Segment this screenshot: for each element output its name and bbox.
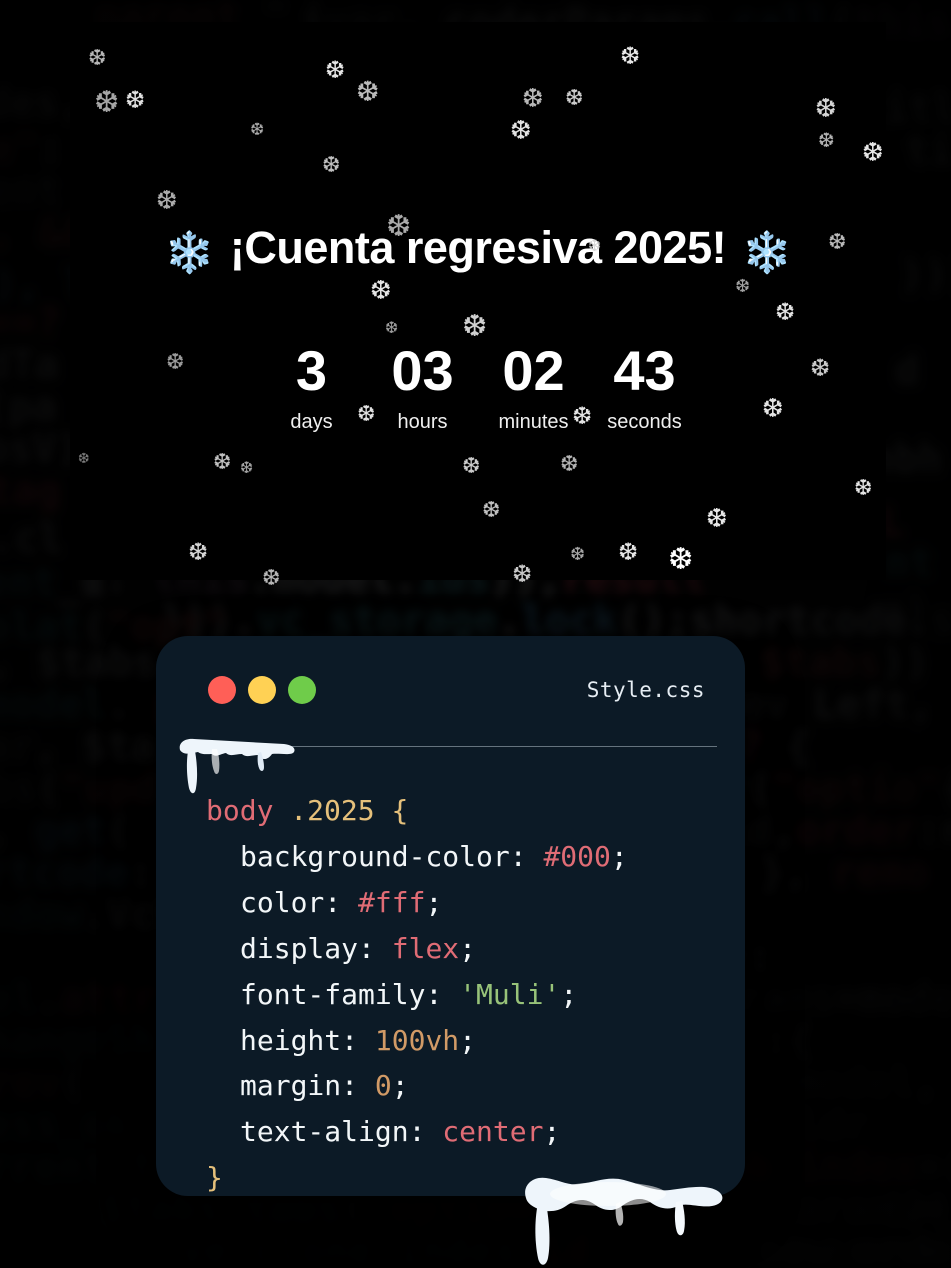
- code-token: flex: [391, 931, 460, 965]
- code-token: font-family: [240, 977, 426, 1011]
- background-code-line: -order-model,: [280, 1258, 593, 1268]
- window-close-button[interactable]: [208, 676, 236, 704]
- background-code-line: .cl: [0, 516, 63, 562]
- background-code-line: hangeSh: [0, 1018, 155, 1064]
- code-card: Style.css body .2025 {background-color: …: [156, 636, 745, 1265]
- code-token: center: [442, 1115, 544, 1149]
- code-token: ;: [543, 1115, 561, 1149]
- background-code-line: d: [895, 348, 920, 394]
- countdown-value-hours: 03: [391, 339, 454, 402]
- countdown-unit-seconds: 43 seconds: [589, 339, 700, 434]
- background-code-line: tag: [0, 468, 61, 514]
- code-token: height: [240, 1023, 342, 1057]
- code-token: margin: [240, 1069, 342, 1103]
- code-token: 0: [374, 1069, 392, 1103]
- code-line: margin: 0;: [206, 1063, 745, 1109]
- code-token: ;: [459, 931, 477, 965]
- countdown-label-days: days: [290, 410, 333, 433]
- background-code-line: _model,: [770, 1060, 939, 1106]
- background-code-line: bs("upd": [0, 766, 181, 812]
- background-code-line: , get(: [0, 808, 131, 854]
- app-root: parent "jvar. coderParams.call(this, mod…: [0, 0, 951, 1268]
- code-token: :: [358, 931, 392, 965]
- background-code-line: er:clone: [820, 1228, 951, 1268]
- code-token: ;: [459, 1023, 477, 1057]
- code-token: :: [408, 1115, 443, 1149]
- background-code-line: ndow.VcO: [0, 892, 179, 938]
- code-token: ;: [610, 839, 628, 873]
- code-token: #000: [543, 839, 611, 873]
- background-code-line: ))): [900, 252, 951, 298]
- code-token: 100vh: [374, 1023, 460, 1057]
- snowflake-emoji-left: ❄️: [164, 231, 215, 275]
- code-line: height: 100vh;: [206, 1018, 745, 1064]
- background-code-line: el.attr: [0, 976, 157, 1022]
- code-token: :: [341, 1023, 375, 1057]
- code-line: background-color: #000;: [206, 834, 745, 880]
- countdown-unit-minutes: 02 minutes: [478, 339, 589, 434]
- code-token: ;: [425, 885, 443, 919]
- code-token: :: [509, 839, 544, 873]
- background-code-line: rev(: [0, 1060, 85, 1106]
- code-token: :: [341, 1069, 375, 1103]
- countdown-value-minutes: 02: [502, 339, 565, 402]
- background-code-line: ess_ok_: [0, 1102, 155, 1148]
- background-code-line: }, remo: [760, 850, 929, 896]
- countdown-unit-days: 3 days: [256, 339, 367, 434]
- background-code-line: nt: [885, 540, 934, 586]
- countdown-value-seconds: 43: [613, 339, 676, 402]
- code-card-titlebar: Style.css: [156, 636, 745, 744]
- code-token: color: [240, 885, 325, 919]
- countdown-unit-hours: 03 hours: [367, 339, 478, 434]
- background-code-line: ,:{: [740, 1018, 813, 1064]
- background-code-line: ar, $ta: [0, 724, 155, 770]
- countdown-label-seconds: seconds: [607, 410, 682, 433]
- code-token: body: [206, 794, 274, 827]
- code-token: }: [206, 1161, 223, 1195]
- background-code-line: bsV): [0, 426, 81, 472]
- background-code-line: ti: [905, 128, 951, 174]
- code-token: .2025: [290, 794, 375, 827]
- page-title: ¡Cuenta regresiva 2025!: [229, 222, 727, 273]
- window-maximize-button[interactable]: [288, 676, 316, 704]
- filename-label: Style.css: [586, 678, 705, 702]
- countdown-label-minutes: minutes: [498, 410, 569, 433]
- countdown-clock: 3 days 03 hours 02 minutes 43 seconds: [70, 339, 886, 434]
- window-traffic-lights: [208, 676, 316, 704]
- background-code-line: (}): [880, 1186, 951, 1232]
- background-code-line: (pa: [0, 384, 57, 430]
- code-token: ;: [560, 977, 578, 1011]
- code-line: display: flex;: [206, 926, 745, 972]
- code-line: text-align: center;: [206, 1109, 745, 1155]
- code-token: :: [324, 885, 359, 919]
- countdown-value-days: 3: [295, 339, 328, 402]
- countdown-label-hours: hours: [397, 410, 448, 433]
- background-code-line: model. p: [0, 682, 179, 728]
- countdown-title: ❄️ ¡Cuenta regresiva 2025! ❄️: [70, 222, 886, 276]
- code-line: color: #fff;: [206, 880, 745, 926]
- countdown-inner: ❄️ ¡Cuenta regresiva 2025! ❄️ 3 days 03 hours…: [70, 22, 886, 580]
- code-token: 'Muli': [459, 977, 561, 1011]
- code-token: #fff: [358, 885, 426, 919]
- window-minimize-button[interactable]: [248, 676, 276, 704]
- code-token: ;: [391, 1069, 409, 1103]
- countdown-panel: ❄️ ¡Cuenta regresiva 2025! ❄️ 3 days 03 hours…: [70, 22, 886, 580]
- code-content: body .2025 {background-color: #000; color…: [156, 768, 745, 1196]
- code-token: text-align: [240, 1115, 409, 1149]
- code-token: {: [391, 794, 409, 827]
- background-code-line: ent: [0, 168, 61, 214]
- code-line: }: [206, 1155, 745, 1201]
- card-divider: [184, 746, 717, 747]
- code-line: font-family: 'Muli';: [206, 972, 745, 1018]
- code-token: display: [240, 931, 359, 965]
- background-code-line: dTa: [0, 342, 59, 388]
- code-line: body .2025 {: [206, 788, 745, 834]
- code-token: :: [425, 977, 460, 1011]
- code-token: background-color: [240, 839, 510, 873]
- snowflake-emoji-right: ❄️: [742, 231, 792, 275]
